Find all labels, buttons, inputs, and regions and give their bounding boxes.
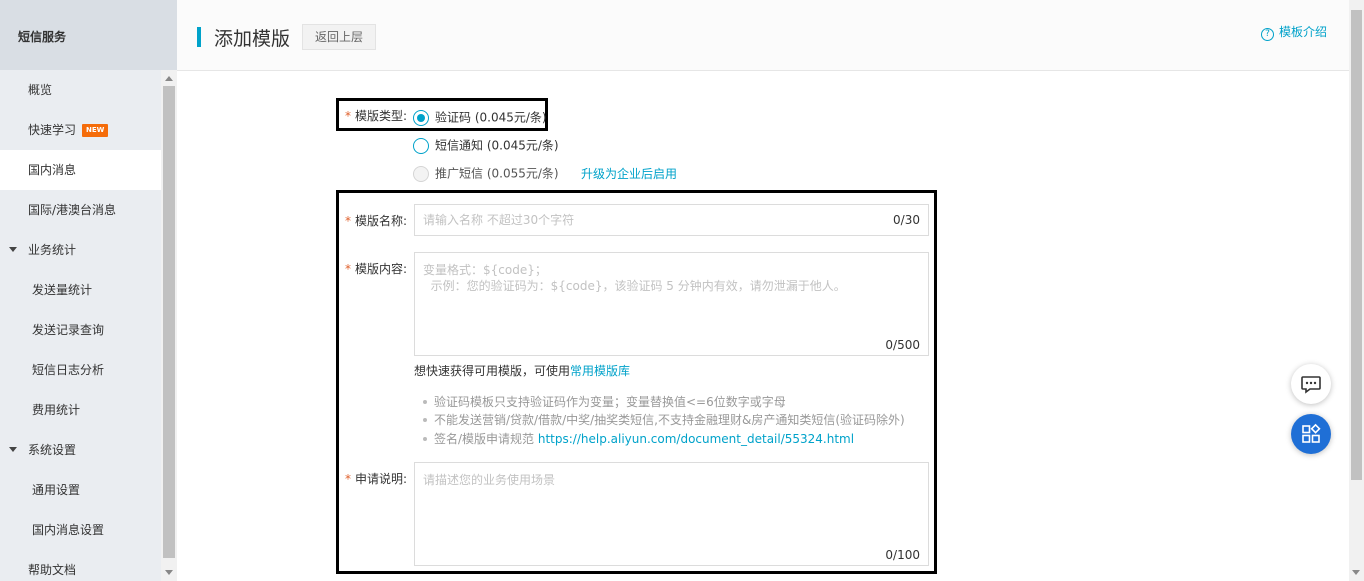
title-accent-bar — [197, 27, 201, 47]
remark-counter: 0/100 — [885, 548, 920, 562]
main-scrollbar[interactable] — [1349, 0, 1364, 581]
sidebar-group-settings[interactable]: 系统设置 — [0, 430, 161, 470]
sidebar-item-domestic-settings[interactable]: 国内消息设置 — [0, 510, 161, 550]
template-name-input[interactable]: 请输入名称 不超过30个字符 0/30 — [414, 204, 929, 236]
sidebar-scroll-thumb[interactable] — [163, 86, 175, 558]
template-name-placeholder: 请输入名称 不超过30个字符 — [423, 213, 575, 227]
scroll-down-icon[interactable] — [165, 570, 173, 575]
help-circle-icon: ? — [1260, 28, 1274, 41]
sidebar-item-log-analysis[interactable]: 短信日志分析 — [0, 350, 161, 390]
main-scroll-thumb[interactable] — [1351, 10, 1362, 480]
sidebar-item-label: 业务统计 — [28, 243, 77, 257]
name-label: * 模版名称: — [345, 214, 408, 228]
sidebar-item-quick-learn[interactable]: 快速学习 NEW — [0, 110, 161, 150]
template-name-counter: 0/30 — [893, 213, 920, 227]
caret-down-icon — [9, 447, 17, 452]
template-content-placeholder-line2: 示例：您的验证码为：${code}，该验证码 5 分钟内有效，请勿泄漏于他人。 — [423, 279, 846, 293]
sidebar-nav: 概览 快速学习 NEW 国内消息 国际/港澳台消息 业务统计 发送量统计 发送记录… — [0, 70, 161, 581]
sidebar-item-label: 短信日志分析 — [32, 363, 105, 377]
radio-sms-notice[interactable]: 短信通知 (0.045元/条) — [413, 137, 559, 154]
template-intro-label: 模板介绍 — [1278, 25, 1327, 39]
sidebar-item-general-settings[interactable]: 通用设置 — [0, 470, 161, 510]
scroll-up-icon[interactable] — [165, 76, 173, 81]
page-title: 添加模版 — [214, 28, 291, 50]
sidebar-item-label: 通用设置 — [32, 483, 81, 497]
sidebar-item-label: 快速学习 — [28, 123, 77, 137]
sidebar-item-label: 费用统计 — [32, 403, 81, 417]
remark-placeholder: 请描述您的业务使用场景 — [423, 473, 556, 487]
sidebar-item-send-records[interactable]: 发送记录查询 — [0, 310, 161, 350]
upgrade-enterprise-link[interactable]: 升级为企业后启用 — [581, 165, 677, 182]
rule-tip: 验证码模板只支持验证码作为变量；变量替换值<=6位数字或字母 — [423, 395, 786, 409]
rule-tip: 不能发送营销/贷款/借款/中奖/抽奖类短信,不支持金融理财&房产通知类短信(验证… — [423, 413, 905, 427]
sidebar-item-label: 系统设置 — [28, 443, 77, 457]
template-content-counter: 0/500 — [885, 338, 920, 352]
template-intro-link[interactable]: ? 模板介绍 — [1260, 24, 1327, 41]
sidebar-item-international[interactable]: 国际/港澳台消息 — [0, 190, 161, 230]
sidebar-item-label: 国际/港澳台消息 — [28, 203, 117, 217]
apps-button[interactable] — [1291, 414, 1331, 454]
radio-icon[interactable] — [413, 137, 429, 154]
radio-verification-code[interactable]: 验证码 (0.045元/条) — [413, 109, 547, 126]
remark-textarea[interactable]: 请描述您的业务使用场景 0/100 — [414, 462, 929, 566]
page-header: 添加模版 返回上层 ? 模板介绍 — [177, 0, 1349, 71]
caret-down-icon — [9, 247, 17, 252]
sidebar-header: 短信服务 — [0, 0, 177, 70]
template-library-hint: 想快速获得可用模版，可使用常用模版库 — [414, 364, 631, 378]
required-mark: * — [345, 109, 351, 123]
radio-disabled-icon — [413, 165, 429, 182]
template-library-link[interactable]: 常用模版库 — [570, 364, 630, 378]
sidebar-item-label: 帮助文档 — [28, 563, 77, 577]
content-label: * 模版内容: — [345, 262, 408, 276]
scroll-down-icon[interactable] — [1352, 570, 1360, 575]
sidebar-item-label: 发送量统计 — [32, 283, 93, 297]
new-badge: NEW — [82, 124, 109, 137]
spec-doc-link[interactable]: https://help.aliyun.com/document_detail/… — [538, 432, 854, 446]
sidebar-group-statistics[interactable]: 业务统计 — [0, 230, 161, 270]
required-mark: * — [345, 472, 351, 486]
sidebar-item-help-docs[interactable]: 帮助文档 — [0, 550, 161, 581]
sidebar-scrollbar[interactable] — [161, 70, 177, 581]
sidebar-item-cost-stats[interactable]: 费用统计 — [0, 390, 161, 430]
rule-tip: 签名/模版申请规范 https://help.aliyun.com/docume… — [422, 432, 855, 446]
sidebar-item-label: 概览 — [28, 83, 53, 97]
sidebar-item-label: 发送记录查询 — [32, 323, 105, 337]
radio-checked-icon[interactable] — [413, 109, 429, 126]
apps-grid-icon — [1302, 423, 1321, 443]
sidebar-item-label: 国内消息设置 — [32, 523, 105, 537]
back-button[interactable]: 返回上层 — [302, 24, 376, 50]
template-content-textarea[interactable]: 变量格式：${code}； 示例：您的验证码为：${code}，该验证码 5 分… — [414, 252, 929, 356]
chat-button[interactable] — [1291, 364, 1331, 404]
sidebar-item-overview[interactable]: 概览 — [0, 70, 161, 110]
sidebar: 短信服务 概览 快速学习 NEW 国内消息 国际/港澳台消息 业务统计 发送量统计… — [0, 0, 177, 581]
remark-label: * 申请说明: — [345, 472, 408, 486]
radio-promotion: 推广短信 (0.055元/条) — [413, 165, 559, 182]
sidebar-item-label: 国内消息 — [28, 163, 77, 177]
sidebar-item-send-volume[interactable]: 发送量统计 — [0, 270, 161, 310]
type-label: * 模版类型: — [345, 109, 408, 123]
required-mark: * — [345, 262, 351, 276]
required-mark: * — [345, 214, 351, 228]
chat-bubble-icon — [1301, 376, 1321, 394]
sidebar-item-domestic[interactable]: 国内消息 — [0, 150, 161, 190]
